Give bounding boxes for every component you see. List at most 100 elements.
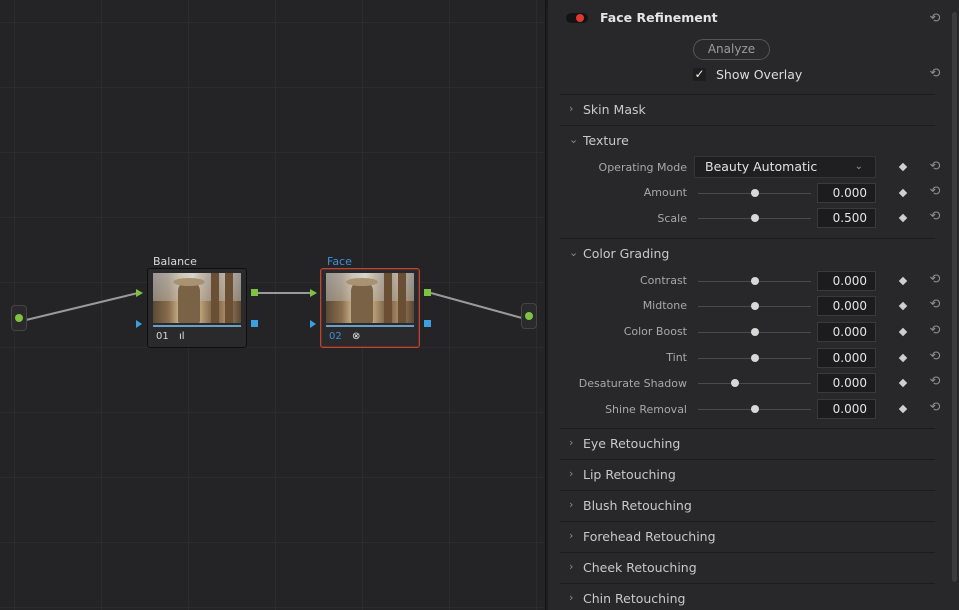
diamond-icon[interactable] [898,162,908,172]
section-label: Forehead Retouching [583,529,716,544]
midtone-field[interactable]: 0.000 [817,296,876,316]
node-balance[interactable]: 01 ıl [147,268,247,348]
reset-icon[interactable]: ⟲ [928,273,942,287]
diamond-icon[interactable] [898,404,908,414]
scale-label: Scale [657,212,687,225]
node-label-balance: Balance [153,255,197,268]
bars-icon: ıl [179,331,185,342]
section-label: Texture [583,133,629,148]
tint-label: Tint [666,351,687,364]
midtone-label: Midtone [642,299,687,312]
node-label-face: Face [327,255,352,268]
panel-title: Face Refinement [600,10,718,25]
operating-mode-label: Operating Mode [598,161,687,174]
section-forehead-retouching[interactable]: › Forehead Retouching [560,521,935,551]
color-boost-field[interactable]: 0.000 [817,322,876,342]
section-chin-retouching[interactable]: › Chin Retouching [560,583,935,610]
analyze-button[interactable]: Analyze [693,39,770,60]
node-number: 01 [156,331,169,342]
shine-removal-label: Shine Removal [605,403,687,416]
node-key-input-arrow [136,320,142,328]
diamond-icon[interactable] [898,327,908,337]
amount-label: Amount [643,186,687,199]
wire-face-to-output [430,292,523,319]
amount-slider-handle[interactable] [751,189,759,197]
tint-slider-handle[interactable] [751,354,759,362]
section-lip-retouching[interactable]: › Lip Retouching [560,459,935,489]
node-face[interactable]: 02 ⊗ [320,268,420,348]
node-editor-canvas[interactable]: Balance 01 ıl Face 02 ⊗ [0,0,546,610]
node-key-output-port[interactable] [251,320,258,327]
show-overlay-label: Show Overlay [716,67,803,82]
shine-removal-field[interactable]: 0.000 [817,399,876,419]
chevron-right-icon: › [569,498,574,511]
fx-badge-icon: ⊗ [352,331,361,342]
section-label: Color Grading [583,246,670,261]
desaturate-shadow-field[interactable]: 0.000 [817,373,876,393]
scale-slider-handle[interactable] [751,214,759,222]
section-label: Skin Mask [583,102,646,117]
amount-field[interactable]: 0.000 [817,183,876,203]
chevron-down-icon: ⌄ [569,133,579,146]
section-color-grading[interactable]: ⌄ Color Grading [560,238,935,268]
chevron-right-icon: › [569,529,574,542]
reset-icon[interactable]: ⟲ [928,160,942,174]
section-skin-mask[interactable]: › Skin Mask [560,94,935,124]
color-boost-slider-handle[interactable] [751,328,759,336]
node-thumbnail [326,273,414,323]
section-eye-retouching[interactable]: › Eye Retouching [560,428,935,458]
diamond-icon[interactable] [898,276,908,286]
input-port[interactable] [11,305,27,331]
section-texture[interactable]: ⌄ Texture [560,125,935,155]
diamond-icon[interactable] [898,213,908,223]
chevron-down-icon: ⌄ [854,161,863,172]
section-cheek-retouching[interactable]: › Cheek Retouching [560,552,935,582]
node-output-port[interactable] [251,289,258,296]
reset-icon[interactable]: ⟲ [928,210,942,224]
diamond-icon[interactable] [898,378,908,388]
panel-scrollbar[interactable] [952,12,957,582]
node-key-input-arrow [310,320,316,328]
section-label: Lip Retouching [583,467,676,482]
reset-icon[interactable]: ⟲ [928,298,942,312]
color-boost-label: Color Boost [623,325,687,338]
contrast-slider-handle[interactable] [751,277,759,285]
operating-mode-value: Beauty Automatic [705,159,818,174]
show-overlay-checkbox[interactable]: ✓ [693,68,706,81]
shine-removal-slider-handle[interactable] [751,405,759,413]
chevron-right-icon: › [569,436,574,449]
chevron-right-icon: › [569,102,574,115]
node-output-port[interactable] [424,289,431,296]
fx-enable-toggle[interactable] [566,13,588,23]
reset-icon[interactable]: ⟲ [928,375,942,389]
section-label: Blush Retouching [583,498,692,513]
chevron-right-icon: › [569,560,574,573]
section-label: Chin Retouching [583,591,686,606]
reset-icon[interactable]: ⟲ [928,324,942,338]
chevron-right-icon: › [569,591,574,604]
midtone-slider-handle[interactable] [751,302,759,310]
scale-field[interactable]: 0.500 [817,208,876,228]
diamond-icon[interactable] [898,188,908,198]
tint-field[interactable]: 0.000 [817,348,876,368]
node-input-arrow [310,289,317,297]
panel-header: Face Refinement ⟲ [548,6,959,32]
reset-icon[interactable]: ⟲ [928,185,942,199]
contrast-label: Contrast [639,274,687,287]
node-input-arrow [136,289,143,297]
reset-icon[interactable]: ⟲ [928,12,942,26]
operating-mode-dropdown[interactable]: Beauty Automatic ⌄ [694,156,876,178]
contrast-field[interactable]: 0.000 [817,271,876,291]
node-key-output-port[interactable] [424,320,431,327]
reset-icon[interactable]: ⟲ [928,350,942,364]
reset-icon[interactable]: ⟲ [928,67,942,81]
desaturate-shadow-slider-handle[interactable] [731,379,739,387]
wire-input-to-balance [25,292,139,321]
output-port[interactable] [521,303,537,329]
reset-icon[interactable]: ⟲ [928,401,942,415]
section-blush-retouching[interactable]: › Blush Retouching [560,490,935,520]
diamond-icon[interactable] [898,353,908,363]
diamond-icon[interactable] [898,301,908,311]
desaturate-shadow-slider[interactable] [698,383,811,384]
desaturate-shadow-label: Desaturate Shadow [578,377,687,390]
